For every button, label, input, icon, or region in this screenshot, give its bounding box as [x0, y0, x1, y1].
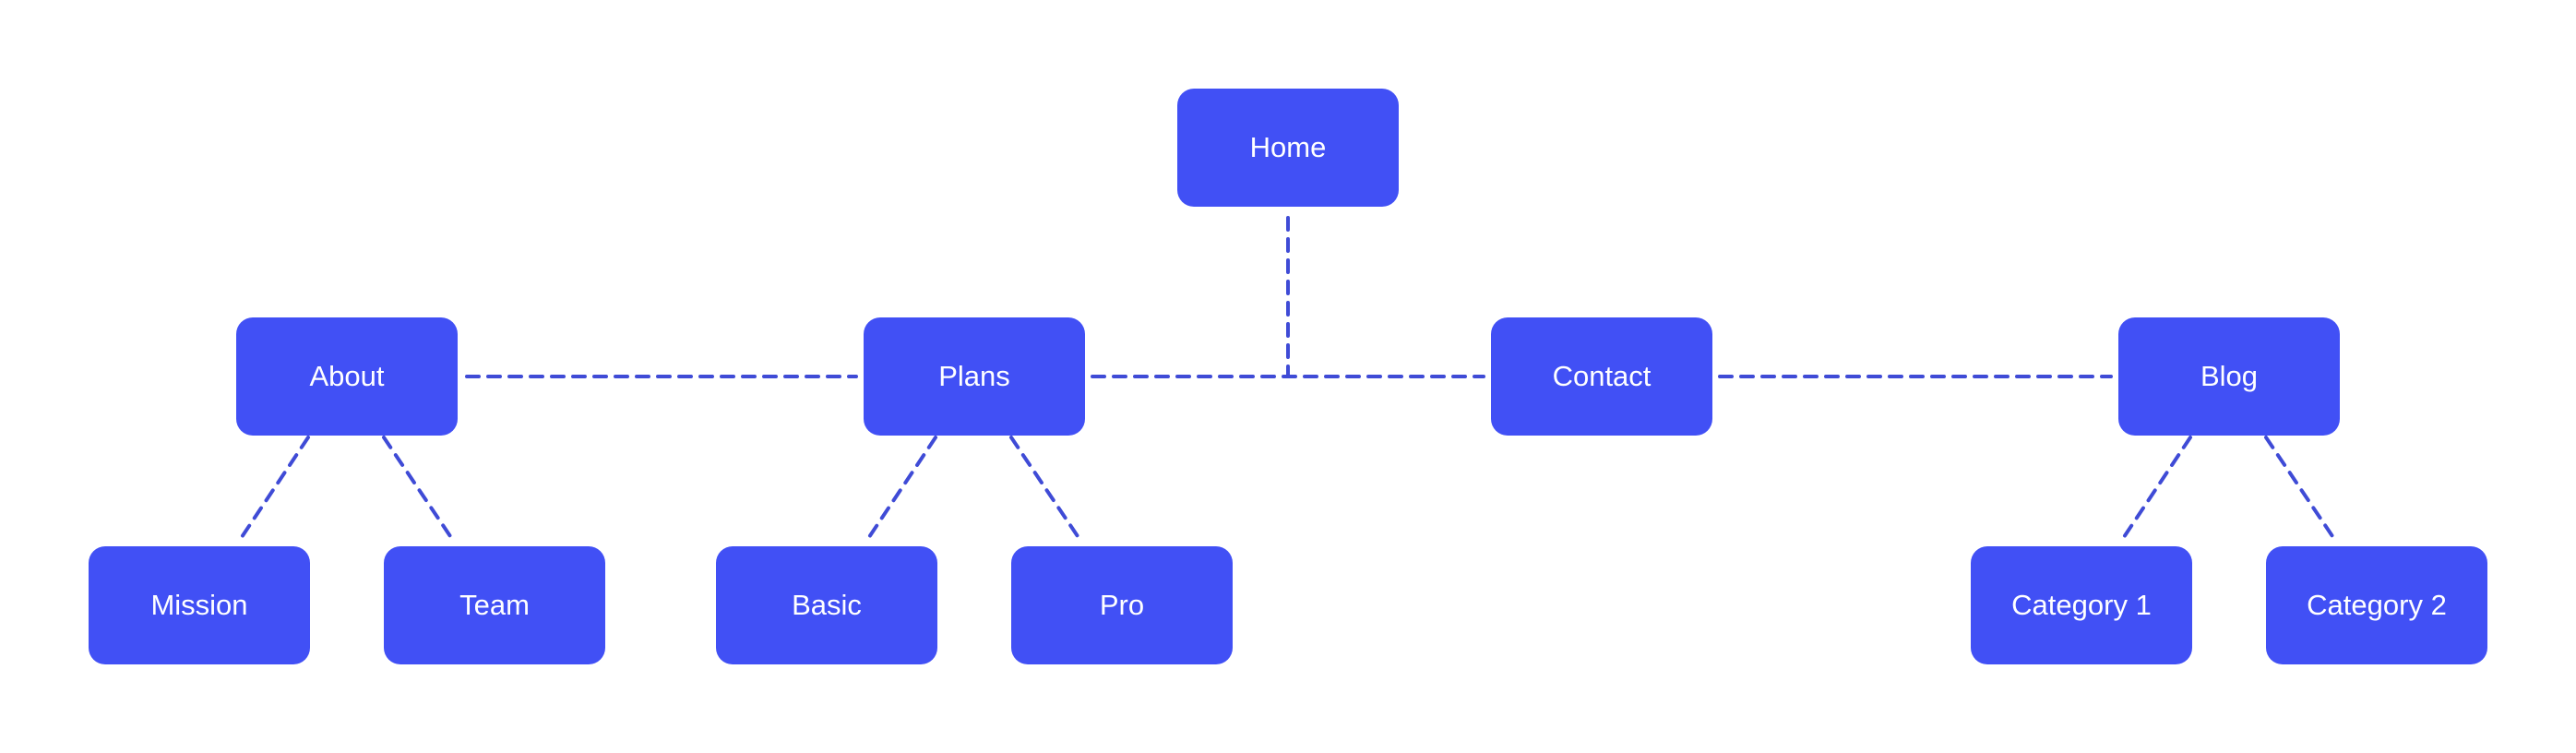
connector-about-team: [382, 436, 454, 541]
node-basic[interactable]: Basic: [716, 546, 937, 664]
node-category-2[interactable]: Category 2: [2266, 546, 2487, 664]
node-mission[interactable]: Mission: [89, 546, 310, 664]
node-pro[interactable]: Pro: [1011, 546, 1233, 664]
node-team[interactable]: Team: [384, 546, 605, 664]
sitemap-diagram: Home About Plans Contact Blog Mission Te…: [0, 0, 2576, 753]
node-blog[interactable]: Blog: [2118, 317, 2340, 436]
connector-blog-category2: [2264, 436, 2336, 541]
connector-plans-pro: [1009, 436, 1081, 541]
node-contact[interactable]: Contact: [1491, 317, 1712, 436]
node-category-1[interactable]: Category 1: [1971, 546, 2192, 664]
node-home[interactable]: Home: [1177, 89, 1399, 207]
node-plans[interactable]: Plans: [864, 317, 1085, 436]
connector-about-mission: [236, 436, 310, 544]
connector-plans-basic: [864, 436, 937, 544]
node-about[interactable]: About: [236, 317, 458, 436]
connector-blog-category1: [2118, 436, 2192, 544]
